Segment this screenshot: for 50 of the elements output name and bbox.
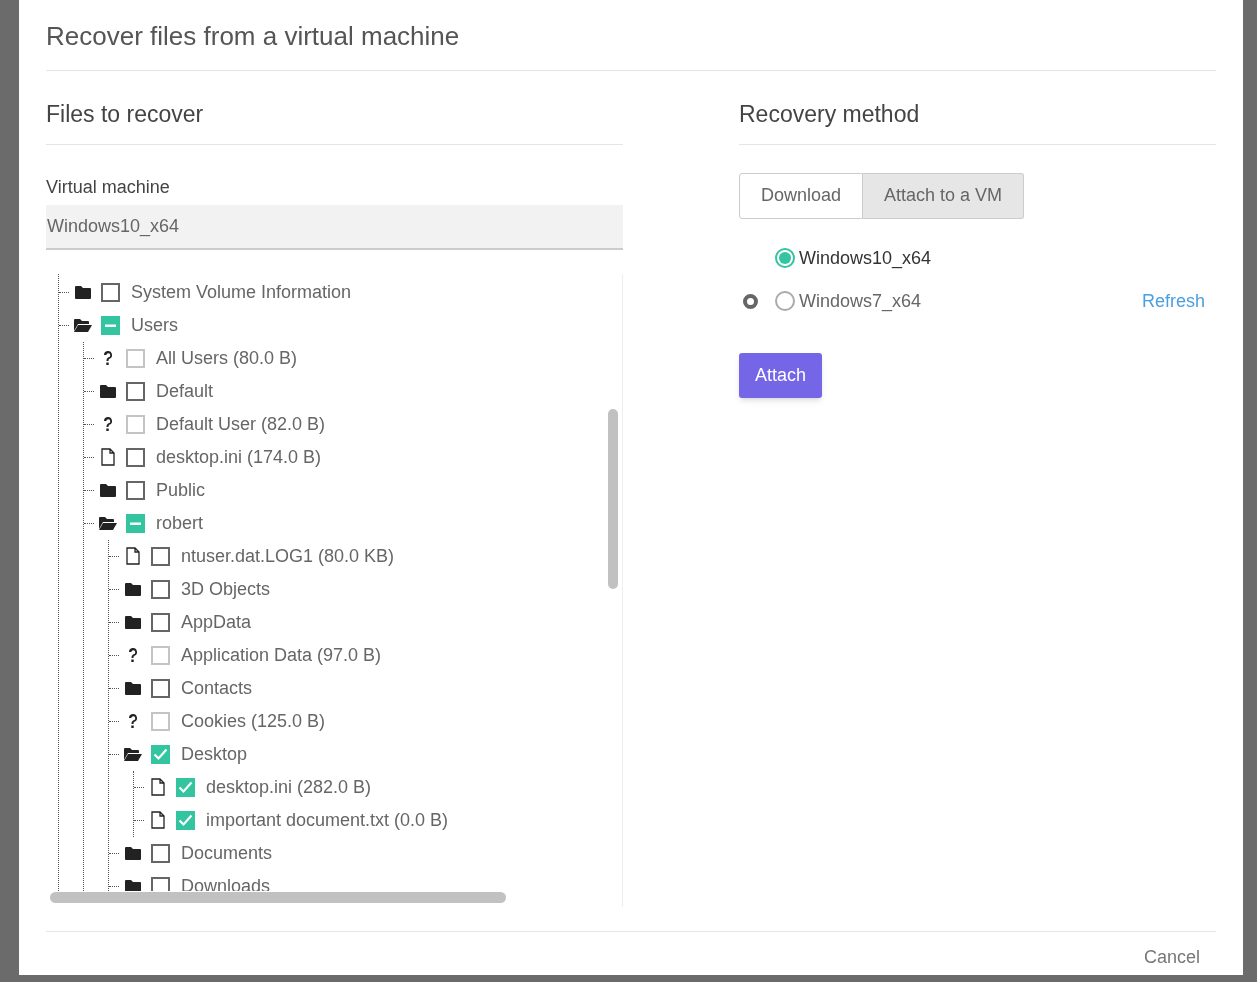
checkbox[interactable]	[151, 678, 170, 698]
checkbox[interactable]	[151, 876, 170, 891]
attach-button[interactable]: Attach	[739, 352, 823, 398]
checkbox[interactable]	[151, 579, 170, 599]
tree-item-label[interactable]: AppData	[181, 608, 252, 636]
checkbox[interactable]	[176, 810, 195, 830]
tree-item-label[interactable]: desktop.ini (282.0 B)	[206, 773, 372, 801]
tree-item-label[interactable]: Documents	[181, 839, 273, 867]
tree-item-label[interactable]: Desktop	[181, 740, 248, 768]
vm-field: Windows10_x64	[46, 204, 623, 250]
tree-item-label[interactable]: Public	[156, 476, 206, 504]
section-heading: Files to recover	[46, 71, 623, 145]
tree-item-label[interactable]: System Volume Information	[131, 278, 352, 306]
vm-radio[interactable]: Windows10_x64	[775, 244, 932, 272]
question-mark-icon	[102, 350, 114, 366]
tree-item-label[interactable]: Default	[156, 377, 214, 405]
file-icon	[150, 811, 166, 829]
method-tab[interactable]: Download	[739, 172, 864, 219]
question-mark-icon	[127, 713, 139, 729]
tree-item-label[interactable]: ntuser.dat.LOG1 (80.0 KB)	[181, 542, 395, 570]
question-mark-icon	[127, 647, 139, 663]
horizontal-scrollbar[interactable]	[50, 891, 506, 903]
vm-radio[interactable]: Windows7_x64	[775, 287, 922, 315]
section-heading: Recovery method	[739, 71, 1216, 145]
checkbox[interactable]	[176, 777, 195, 797]
checkbox[interactable]	[151, 546, 170, 566]
tree-item-label[interactable]: 3D Objects	[181, 575, 271, 603]
checkbox[interactable]	[126, 447, 145, 467]
tree-item-label[interactable]: Contacts	[181, 674, 253, 702]
field-label: Virtual machine	[46, 175, 171, 199]
tree-item-label[interactable]: desktop.ini (174.0 B)	[156, 443, 322, 471]
tree-item-label[interactable]: robert	[156, 509, 204, 537]
question-mark-icon	[102, 416, 114, 432]
method-tab[interactable]: Attach to a VM	[863, 172, 1025, 219]
vertical-scrollbar[interactable]	[608, 408, 618, 589]
checkbox[interactable]	[126, 381, 145, 401]
tree-item-label[interactable]: important document.txt (0.0 B)	[206, 806, 449, 834]
cancel-button[interactable]: Cancel	[1143, 943, 1200, 971]
dialog-title: Recover files from a virtual machine	[46, 0, 1216, 71]
file-icon	[100, 448, 116, 466]
checkbox[interactable]	[101, 315, 120, 335]
checkbox[interactable]	[151, 612, 170, 632]
checkbox[interactable]	[126, 513, 145, 533]
checkbox[interactable]	[126, 480, 145, 500]
tree-item-label[interactable]: Users	[131, 311, 178, 339]
checkbox[interactable]	[101, 282, 120, 302]
file-icon	[125, 547, 141, 565]
file-icon	[150, 778, 166, 796]
checkbox[interactable]	[151, 744, 170, 764]
checkbox[interactable]	[151, 843, 170, 863]
